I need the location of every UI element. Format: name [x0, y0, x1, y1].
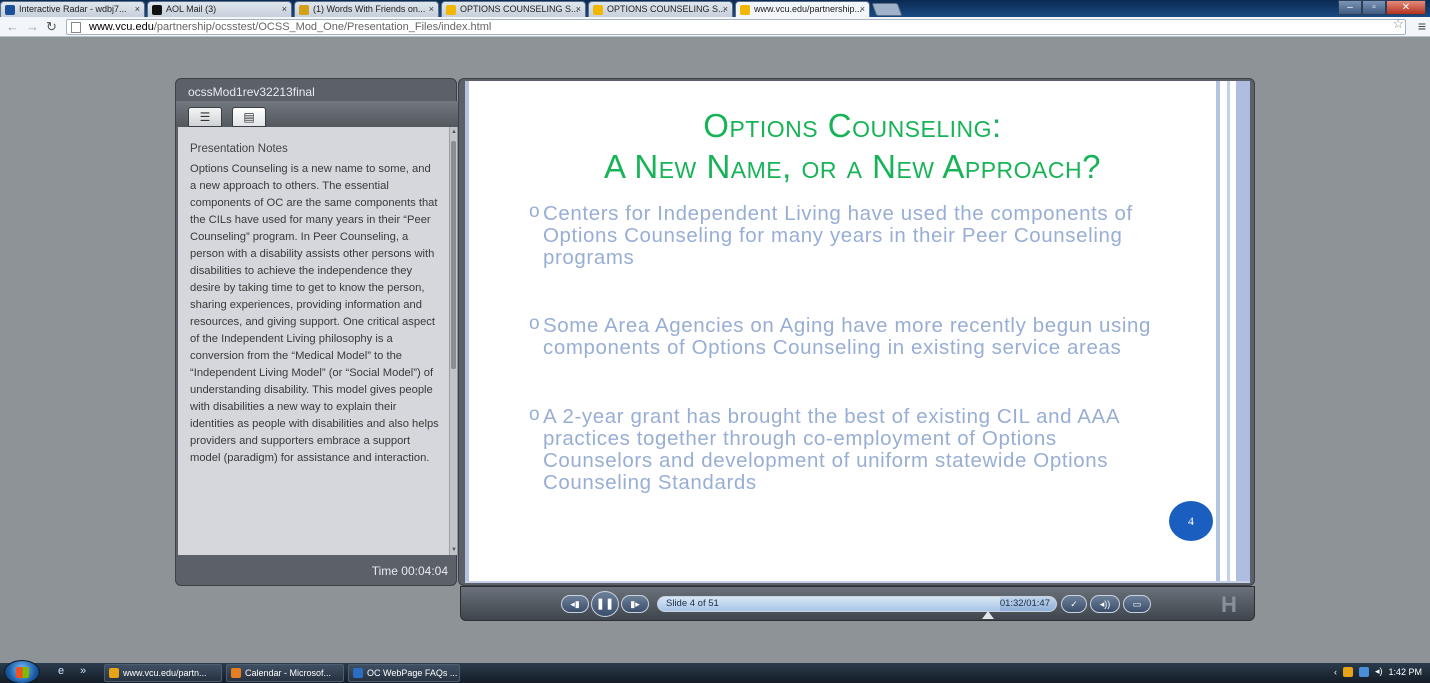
- tab-close-icon[interactable]: ×: [576, 4, 581, 14]
- tab-close-icon[interactable]: ×: [429, 4, 434, 14]
- slide-bullets: Centers for Independent Living have used…: [529, 201, 1169, 494]
- scroll-up-icon[interactable]: ▲: [450, 129, 458, 135]
- aol-icon: [152, 5, 162, 15]
- slide-frame: Options Counseling: A New Name, or a New…: [458, 78, 1255, 586]
- window-controls: – ▫ ✕: [1338, 0, 1426, 15]
- notes-heading: Presentation Notes: [190, 143, 288, 155]
- slide-bullet: Centers for Independent Living have used…: [529, 201, 1169, 269]
- taskbar: e » www.vcu.edu/partn... Calendar - Micr…: [0, 660, 1430, 683]
- browser-tab[interactable]: OPTIONS COUNSELING S... ×: [588, 1, 733, 17]
- slide-border-right: [1236, 81, 1250, 583]
- tab-close-icon[interactable]: ×: [723, 4, 728, 14]
- tab-close-icon[interactable]: ×: [282, 4, 287, 14]
- seek-bar[interactable]: Slide 4 of 51 01:32/01:47: [657, 596, 1057, 612]
- outline-tab-icon[interactable]: ☰: [188, 107, 222, 127]
- time-readout: 01:32/01:47: [999, 598, 1050, 609]
- scroll-thumb[interactable]: [451, 141, 456, 369]
- notes-scrollbar[interactable]: ▲ ▼: [449, 127, 457, 555]
- slide-border-left: [465, 81, 469, 583]
- vcu-icon: [593, 5, 603, 15]
- taskbar-item[interactable]: www.vcu.edu/partn...: [104, 664, 222, 682]
- notes-body: Presentation Notes Options Counseling is…: [178, 127, 449, 555]
- new-tab-button[interactable]: [871, 3, 903, 16]
- browser-tabstrip: Interactive Radar - wdbj7... × AOL Mail …: [0, 0, 1430, 18]
- browser-tab[interactable]: AOL Mail (3) ×: [147, 1, 292, 17]
- page-icon: [71, 22, 81, 33]
- forward-icon[interactable]: →: [26, 19, 39, 34]
- chevron-right-icon[interactable]: »: [80, 665, 86, 677]
- notes-tab-icon[interactable]: ▤: [232, 107, 266, 127]
- browser-tab[interactable]: OPTIONS COUNSELING S... ×: [441, 1, 586, 17]
- speaker-icon[interactable]: ◂): [1375, 666, 1383, 677]
- panel-tabs: ☰ ▤: [176, 101, 458, 127]
- taskbar-item[interactable]: OC WebPage FAQs ...: [348, 664, 460, 682]
- chevron-left-icon[interactable]: ‹: [1334, 667, 1337, 677]
- slide-counter: Slide 4 of 51: [666, 598, 719, 609]
- menu-icon[interactable]: ≡: [1418, 18, 1426, 34]
- reload-icon[interactable]: ↻: [46, 19, 57, 35]
- browser-tab-active[interactable]: www.vcu.edu/partnership... ×: [735, 1, 870, 18]
- windows-flag-icon: [16, 667, 29, 678]
- back-icon[interactable]: ←: [6, 19, 19, 34]
- notes-text: Options Counseling is a new name to some…: [190, 163, 439, 464]
- next-slide-icon[interactable]: ▮▸: [621, 595, 649, 613]
- browser-tab[interactable]: (1) Words With Friends on... ×: [294, 1, 439, 17]
- slide-title: Options Counseling: A New Name, or a New…: [604, 107, 1101, 185]
- ie-icon[interactable]: e: [58, 665, 64, 677]
- minimize-icon[interactable]: –: [1338, 0, 1362, 15]
- tab-close-icon[interactable]: ×: [135, 4, 140, 14]
- words-with-friends-icon: [299, 5, 309, 15]
- taskbar-item[interactable]: Calendar - Microsof...: [226, 664, 344, 682]
- notes-panel: ocssMod1rev32213final ☰ ▤ Presentation N…: [175, 78, 458, 586]
- system-tray: ‹ ◂) 1:42 PM: [1334, 666, 1422, 677]
- seek-knob[interactable]: [982, 611, 994, 619]
- clock[interactable]: 1:42 PM: [1388, 667, 1422, 677]
- vcu-icon: [740, 5, 750, 15]
- previous-slide-icon[interactable]: ◂▮: [561, 595, 589, 613]
- network-icon[interactable]: [1358, 666, 1369, 677]
- elapsed-time: Time 00:04:04: [371, 564, 448, 578]
- presentation-title: ocssMod1rev32213final: [188, 85, 315, 99]
- word-icon: [353, 668, 363, 678]
- volume-icon[interactable]: ◂)): [1090, 595, 1120, 613]
- close-icon[interactable]: ✕: [1386, 0, 1426, 15]
- player-logo-icon: H: [1221, 592, 1237, 617]
- fullscreen-icon[interactable]: ▭: [1123, 595, 1151, 613]
- slide-bullet: Some Area Agencies on Aging have more re…: [529, 313, 1169, 359]
- tab-close-icon[interactable]: ×: [860, 4, 865, 14]
- scroll-down-icon[interactable]: ▼: [450, 547, 458, 553]
- maximize-icon[interactable]: ▫: [1362, 0, 1386, 15]
- url-input[interactable]: www.vcu.edu/partnership/ocsstest/OCSS_Mo…: [66, 19, 1406, 35]
- address-bar: ← → ↻ www.vcu.edu/partnership/ocsstest/O…: [0, 16, 1430, 37]
- bookmark-star-icon[interactable]: ☆: [1392, 16, 1404, 32]
- slide-border-bottom: [465, 581, 1250, 583]
- tray-app-icon[interactable]: [1342, 666, 1353, 677]
- pause-icon[interactable]: ❚❚: [591, 591, 619, 617]
- station-7-icon: [5, 5, 15, 15]
- browser-tab[interactable]: Interactive Radar - wdbj7... ×: [0, 1, 145, 17]
- playback-controls: ◂▮ ❚❚ ▮▸ Slide 4 of 51 01:32/01:47 ✓ ◂))…: [460, 586, 1255, 621]
- presentation-player: ocssMod1rev32213final ☰ ▤ Presentation N…: [175, 78, 1255, 621]
- outlook-icon: [231, 668, 241, 678]
- chrome-icon: [109, 668, 119, 678]
- checkmark-icon[interactable]: ✓: [1061, 595, 1087, 613]
- slide-bullet: A 2-year grant has brought the best of e…: [529, 404, 1169, 494]
- slide: Options Counseling: A New Name, or a New…: [465, 81, 1250, 583]
- start-button[interactable]: [4, 660, 40, 683]
- vcu-icon: [446, 5, 456, 15]
- slide-number-badge: 4: [1169, 501, 1213, 541]
